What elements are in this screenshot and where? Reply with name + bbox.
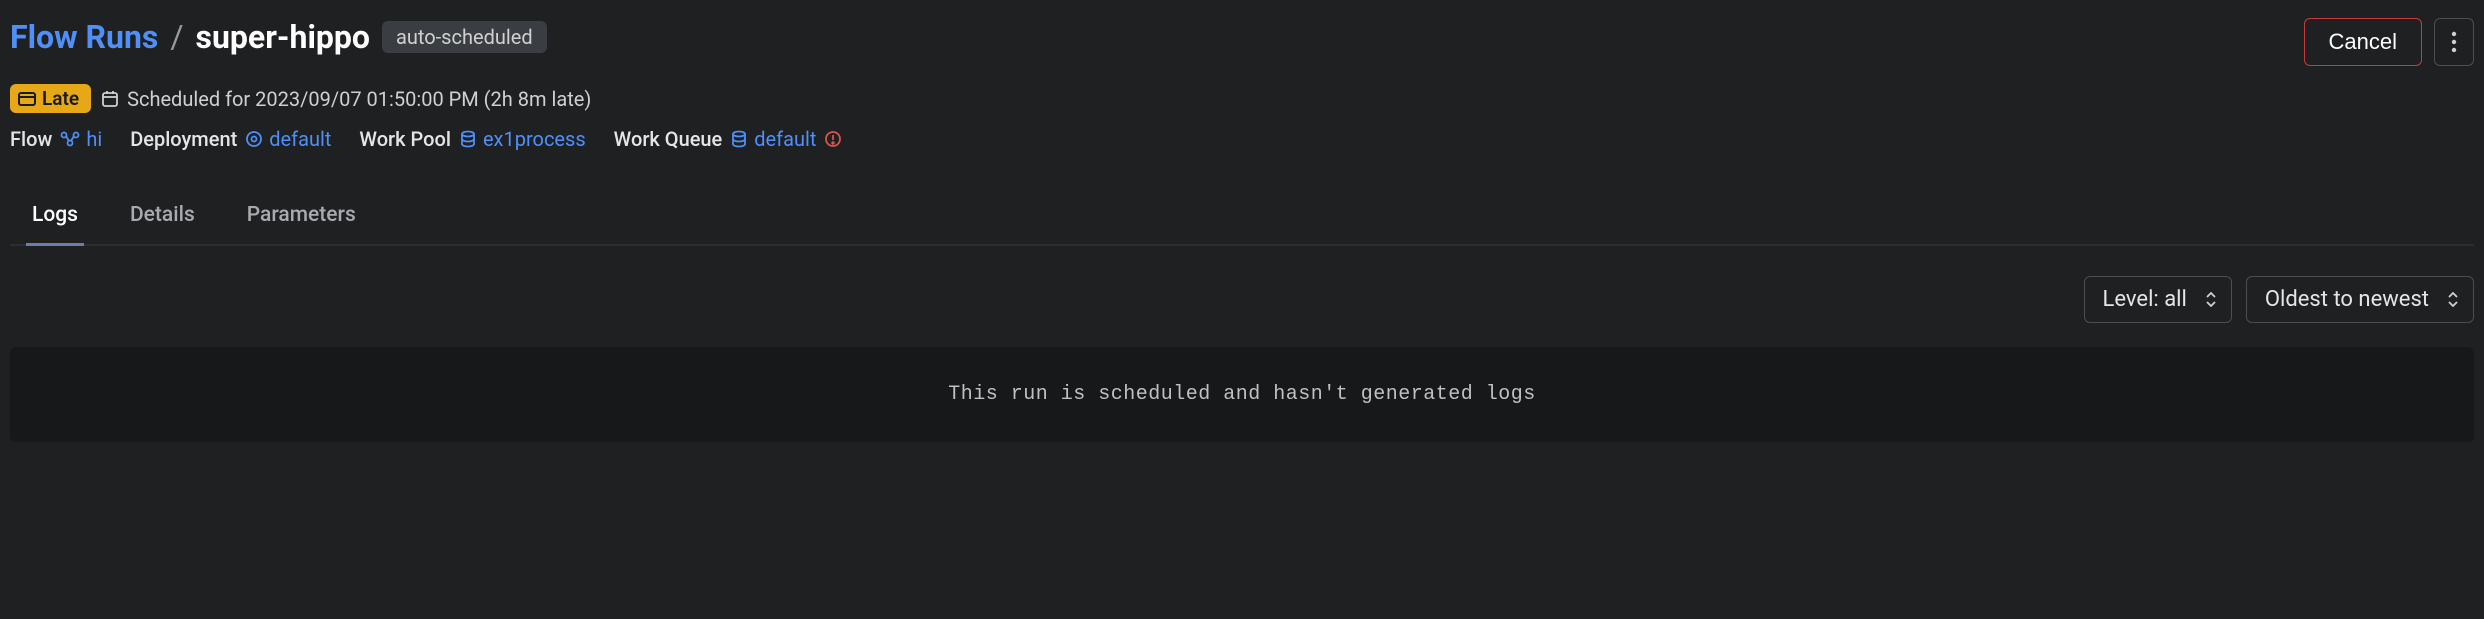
tab-logs[interactable]: Logs	[26, 191, 84, 246]
meta-workqueue: Work Queue default	[614, 127, 843, 151]
meta-workpool: Work Pool ex1process	[359, 127, 585, 151]
tab-details[interactable]: Details	[124, 191, 201, 246]
status-badge: Late	[10, 84, 91, 113]
location-icon	[245, 130, 263, 148]
meta-workpool-link-text: ex1process	[483, 127, 586, 151]
logs-panel: This run is scheduled and hasn't generat…	[10, 347, 2474, 442]
more-vertical-icon	[2451, 31, 2457, 53]
card-icon	[18, 92, 36, 106]
meta-workqueue-label: Work Queue	[614, 127, 723, 151]
calendar-icon	[101, 90, 119, 108]
warning-icon	[824, 130, 842, 148]
meta-flow-link[interactable]: hi	[60, 127, 102, 151]
tab-parameters[interactable]: Parameters	[241, 191, 362, 246]
tabs: Logs Details Parameters	[10, 191, 2474, 246]
sort-select-label: Oldest to newest	[2265, 287, 2429, 312]
meta-row: Flow hi Deployment default Work Pool	[10, 127, 2474, 151]
meta-workqueue-link[interactable]: default	[730, 127, 816, 151]
flow-icon	[60, 131, 80, 147]
more-menu-button[interactable]	[2434, 18, 2474, 66]
database-icon	[459, 130, 477, 148]
breadcrumb: Flow Runs / super-hippo auto-scheduled	[10, 18, 547, 56]
meta-workqueue-link-text: default	[754, 127, 816, 151]
meta-flow-link-text: hi	[86, 127, 102, 151]
scheduled-info: Scheduled for 2023/09/07 01:50:00 PM (2h…	[101, 87, 591, 111]
level-select[interactable]: Level: all	[2084, 276, 2232, 323]
status-row: Late Scheduled for 2023/09/07 01:50:00 P…	[10, 84, 2474, 113]
meta-workpool-link[interactable]: ex1process	[459, 127, 586, 151]
scheduled-text: Scheduled for 2023/09/07 01:50:00 PM (2h…	[127, 87, 591, 111]
log-controls: Level: all Oldest to newest	[10, 276, 2474, 323]
meta-deployment: Deployment default	[130, 127, 331, 151]
meta-deployment-link[interactable]: default	[245, 127, 331, 151]
logs-empty-message: This run is scheduled and hasn't generat…	[46, 383, 2438, 406]
cancel-button[interactable]: Cancel	[2304, 18, 2422, 66]
breadcrumb-root-link[interactable]: Flow Runs	[10, 18, 158, 56]
page-header: Flow Runs / super-hippo auto-scheduled C…	[10, 10, 2474, 74]
chevron-updown-icon	[2447, 292, 2459, 307]
sort-select[interactable]: Oldest to newest	[2246, 276, 2474, 323]
database-icon	[730, 130, 748, 148]
status-badge-label: Late	[42, 87, 79, 110]
header-actions: Cancel	[2304, 18, 2474, 66]
breadcrumb-separator: /	[170, 18, 183, 56]
chevron-updown-icon	[2205, 292, 2217, 307]
page-title: super-hippo	[196, 18, 370, 56]
meta-flow-label: Flow	[10, 127, 52, 151]
meta-flow: Flow hi	[10, 127, 102, 151]
level-select-label: Level: all	[2103, 287, 2187, 312]
meta-deployment-link-text: default	[269, 127, 331, 151]
meta-deployment-label: Deployment	[130, 127, 237, 151]
meta-workpool-label: Work Pool	[359, 127, 451, 151]
tag-badge: auto-scheduled	[382, 21, 547, 53]
